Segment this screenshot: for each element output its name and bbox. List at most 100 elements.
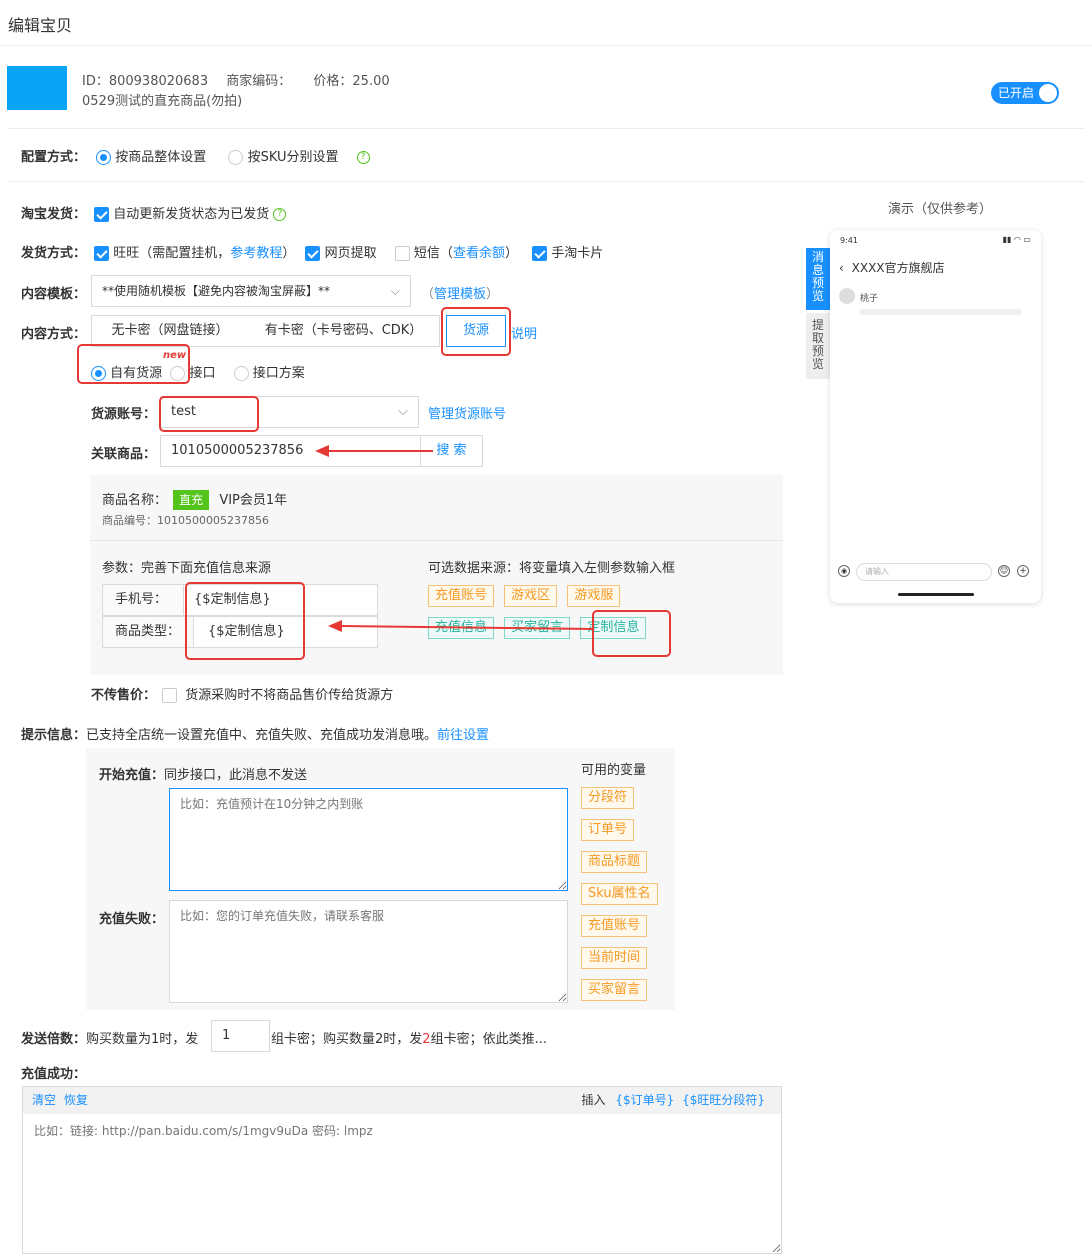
multiplier-text-3: 组卡密；依此类推...: [430, 1032, 547, 1047]
wangwang-checkbox[interactable]: [94, 246, 110, 261]
plus-icon[interactable]: +: [1017, 565, 1029, 577]
emoji-icon[interactable]: ☺: [998, 565, 1010, 577]
source-tag-game-zone[interactable]: 游戏区: [504, 585, 558, 607]
tab-with-card[interactable]: 有卡密（卡号密码、CDK）: [248, 315, 440, 347]
source-tag-recharge-account[interactable]: 充值账号: [428, 585, 495, 607]
manage-template-link[interactable]: 管理模板: [434, 287, 486, 302]
voice-icon[interactable]: ◉: [838, 565, 850, 577]
content-method-label: 内容方式：: [21, 327, 87, 342]
radio-own-source[interactable]: [91, 366, 106, 381]
param-input-phone[interactable]: {$定制信息}: [183, 584, 378, 616]
toggle-knob: [1039, 84, 1057, 102]
insert-wangwang-var[interactable]: {$旺旺分段符}: [682, 1093, 765, 1107]
manage-source-account-link[interactable]: 管理货源账号: [428, 403, 506, 422]
var-tag[interactable]: 当前时间: [581, 947, 648, 969]
source-account-select[interactable]: test ⌵: [160, 396, 419, 428]
back-icon[interactable]: ‹: [839, 261, 844, 275]
params-title: 参数：完善下面充值信息来源: [102, 561, 272, 576]
fail-textarea[interactable]: [169, 900, 568, 1003]
radio-api-plan[interactable]: [233, 366, 249, 381]
tab-message-preview[interactable]: 消息预览: [806, 248, 830, 310]
var-tag[interactable]: 充值账号: [581, 915, 648, 937]
enable-toggle[interactable]: 已开启: [991, 82, 1059, 104]
source-account-label: 货源账号：: [91, 407, 157, 422]
product-price: 价格：25.00: [313, 74, 390, 89]
chat-user: 桃子: [860, 294, 879, 304]
sms-paren: ）: [504, 246, 518, 261]
restore-button[interactable]: 恢复: [64, 1093, 88, 1107]
card-label: 手淘卡片: [551, 246, 604, 261]
tab-extract-preview-label: 提取预览: [811, 318, 824, 371]
tips-label: 提示信息：: [21, 728, 87, 743]
check-balance-link[interactable]: 查看余额: [453, 246, 505, 261]
source-tag-game-server[interactable]: 游戏服: [567, 585, 621, 607]
tab-extract-preview[interactable]: 提取预览: [806, 313, 830, 379]
wangwang-paren: ）: [282, 246, 296, 261]
tab-message-preview-label: 消息预览: [811, 250, 824, 303]
product-thumbnail: [7, 66, 67, 110]
product-id: ID：800938020683: [82, 74, 209, 89]
taobao-ship-row: 淘宝发货： 自动更新发货状态为已发货 ?: [21, 203, 287, 222]
source-type-row: 自有货源 接口 接口方案: [91, 362, 305, 381]
sms-checkbox[interactable]: [394, 246, 410, 261]
start-recharge-label: 开始充值：: [99, 768, 165, 783]
clear-button[interactable]: 清空: [32, 1093, 56, 1107]
config-label: 配置方式：: [21, 150, 87, 165]
radio-per-sku[interactable]: [228, 150, 244, 165]
status-icons: ▮▮ ◠ ▭: [1002, 235, 1031, 244]
web-extract-label: 网页提取: [324, 246, 377, 261]
param-label-type: 商品类型：: [102, 616, 194, 648]
success-textarea[interactable]: [23, 1114, 781, 1253]
sources-title: 可选数据来源：将变量填入左侧参数输入框: [428, 561, 676, 576]
insert-order-var[interactable]: {$订单号}: [615, 1093, 674, 1107]
multiplier-row: 发送倍数：购买数量为1时，发: [21, 1028, 198, 1047]
ship-method-row: 发货方式： 旺旺（需配置挂机，参考教程） 网页提取 短信（查看余额） 手淘卡片: [21, 242, 603, 261]
page-title: 编辑宝贝: [8, 16, 73, 35]
template-value: **使用随机模板【避免内容被淘宝屏蔽】**: [102, 284, 331, 298]
new-badge: new: [163, 350, 187, 361]
tab-no-card[interactable]: 无卡密（网盘链接）: [91, 315, 249, 347]
card-checkbox[interactable]: [532, 246, 548, 261]
var-tag[interactable]: Sku属性名: [581, 883, 658, 905]
var-tag[interactable]: 商品标题: [581, 851, 648, 873]
product-name: 0529测试的直充商品(勿拍): [82, 94, 243, 109]
auto-ship-checkbox[interactable]: [94, 207, 110, 222]
manage-open-paren: （: [421, 287, 435, 302]
help-icon[interactable]: ?: [273, 208, 287, 221]
vars-title: 可用的变量: [581, 763, 647, 778]
tab-source[interactable]: 货源: [446, 315, 506, 347]
arrow-icon: [328, 620, 595, 632]
config-row: 配置方式： 按商品整体设置 按SKU分别设置 ?: [21, 146, 370, 165]
no-price-text: 货源采购时不将商品售价传给货源方: [185, 688, 394, 703]
web-extract-checkbox[interactable]: [305, 246, 321, 261]
insert-label: 插入: [581, 1093, 606, 1107]
radio-whole-product[interactable]: [96, 150, 112, 165]
var-tag[interactable]: 订单号: [581, 819, 635, 841]
tips-text: 已支持全店统一设置充值中、充值失败、充值成功发消息哦。: [86, 728, 438, 743]
go-settings-link[interactable]: 前往设置: [437, 728, 489, 743]
help-icon[interactable]: ?: [356, 151, 370, 164]
radio-api[interactable]: [170, 366, 186, 381]
sms-label: 短信（: [413, 246, 453, 261]
no-price-label: 不传售价：: [91, 688, 157, 703]
radio-per-sku-label: 按SKU分别设置: [247, 150, 339, 165]
start-recharge-textarea[interactable]: [169, 788, 568, 891]
chat-input[interactable]: 请输入: [856, 563, 992, 581]
source-account-value: test: [171, 404, 196, 419]
multiplier-input[interactable]: 1: [211, 1020, 270, 1052]
phone-mockup: 9:41 ▮▮ ◠ ▭ ‹ XXXX官方旗舰店 桃子 ◉ 请输入 ☺ +: [830, 230, 1041, 603]
vars-list: 分段符 订单号 商品标题 Sku属性名 充值账号 当前时间 买家留言: [581, 787, 671, 1011]
ship-method-label: 发货方式：: [21, 246, 87, 261]
wangwang-label: 旺旺（需配置挂机，: [113, 246, 231, 261]
no-price-checkbox[interactable]: [162, 688, 178, 703]
tutorial-link[interactable]: 参考教程: [230, 246, 282, 261]
template-select[interactable]: **使用随机模板【避免内容被淘宝屏蔽】** ⌵: [91, 275, 411, 307]
radio-api-label: 接口: [189, 366, 216, 381]
message-bubble: [860, 309, 1022, 315]
multiplier-text-1: 购买数量为1时，发: [86, 1032, 199, 1047]
var-tag[interactable]: 分段符: [581, 787, 635, 809]
preview-title: 演示（仅供参考）: [888, 202, 993, 217]
product-name-label: 商品名称：: [102, 493, 168, 508]
var-tag[interactable]: 买家留言: [581, 979, 648, 1001]
explain-link[interactable]: 说明: [511, 323, 537, 342]
